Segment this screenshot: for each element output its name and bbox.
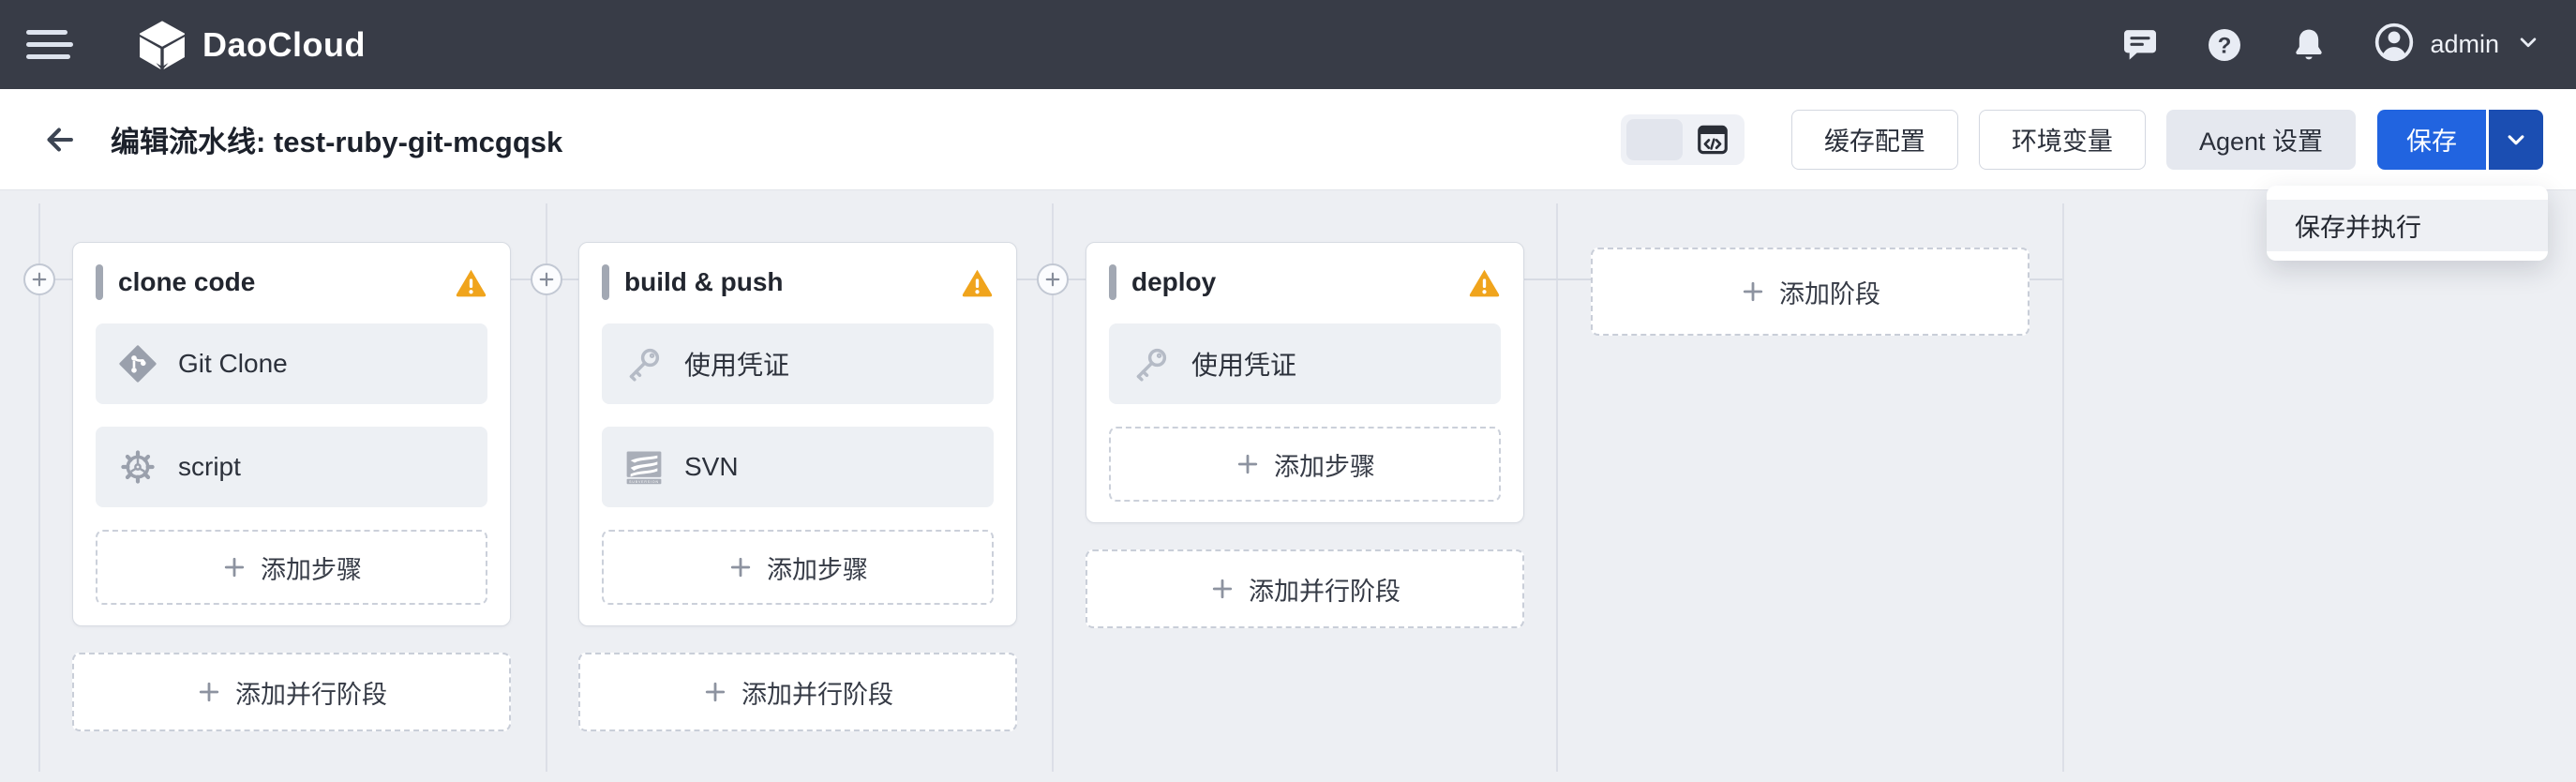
key-icon <box>1136 348 1167 382</box>
user-name: admin <box>2430 30 2499 58</box>
save-dropdown-menu: 保存并执行 <box>2267 186 2548 261</box>
stage-column: deploy 使用凭证 添加步骤 添加并行阶段 <box>1086 242 1524 628</box>
add-parallel-stage-button[interactable]: 添加并行阶段 <box>72 653 511 731</box>
step-label: 使用凭证 <box>684 351 790 380</box>
add-stage-label: 添加阶段 <box>1779 279 1880 308</box>
plus-icon <box>1237 454 1258 474</box>
column-divider <box>2062 203 2064 772</box>
warning-icon <box>455 266 487 299</box>
plus-icon <box>1212 579 1233 599</box>
stage-card-clone-code: clone code Git Clone script 添加步骤 <box>72 242 511 626</box>
user-avatar-icon <box>2374 22 2415 68</box>
add-step-label: 添加步骤 <box>1274 452 1375 481</box>
add-step-button[interactable]: 添加步骤 <box>1109 427 1501 502</box>
plus-icon <box>199 682 219 702</box>
insert-stage-between-button[interactable] <box>1037 263 1069 295</box>
pipeline-canvas: clone code Git Clone script 添加步骤 添加并行阶段 … <box>0 190 2576 782</box>
stage-name[interactable]: clone code <box>118 267 440 297</box>
warning-icon <box>1468 266 1501 299</box>
stage-column: clone code Git Clone script 添加步骤 添加并行阶段 <box>72 242 511 731</box>
add-parallel-stage-label: 添加并行阶段 <box>741 680 893 709</box>
stage-column: build & push 使用凭证 SUBVERSION SVN 添加步骤 添加… <box>578 242 1017 731</box>
drag-handle-icon[interactable] <box>96 264 103 300</box>
plus-icon <box>224 557 245 578</box>
svg-text:?: ? <box>2218 33 2232 58</box>
stage-card-build-push: build & push 使用凭证 SUBVERSION SVN 添加步骤 <box>578 242 1017 626</box>
svn-icon: SUBVERSION <box>626 451 662 485</box>
add-step-button[interactable]: 添加步骤 <box>96 530 487 605</box>
step-row[interactable]: 使用凭证 <box>602 323 994 404</box>
back-button[interactable] <box>39 119 81 160</box>
pipeline-toolbar: 编辑流水线: test-ruby-git-mcgqsk 缓存配置 环境变量 Ag… <box>0 89 2576 190</box>
add-parallel-stage-label: 添加并行阶段 <box>235 680 387 709</box>
save-button[interactable]: 保存 <box>2377 109 2486 170</box>
add-parallel-stage-button[interactable]: 添加并行阶段 <box>1086 549 1524 628</box>
add-parallel-stage-label: 添加并行阶段 <box>1249 577 1400 606</box>
form-view-segment[interactable] <box>1625 118 1683 160</box>
step-label: script <box>178 452 241 481</box>
stage-name[interactable]: deploy <box>1131 267 1453 297</box>
step-row[interactable]: Git Clone <box>96 323 487 404</box>
add-step-label: 添加步骤 <box>261 555 362 584</box>
add-step-button[interactable]: 添加步骤 <box>602 530 994 605</box>
gear-icon <box>121 450 155 484</box>
plus-icon <box>705 682 726 702</box>
key-icon <box>629 348 660 382</box>
daocloud-cube-icon <box>140 20 185 70</box>
top-app-bar: DaoCloud ? admin <box>0 0 2576 89</box>
stage-card-deploy: deploy 使用凭证 添加步骤 <box>1086 242 1524 523</box>
arrow-left-icon <box>47 127 73 152</box>
add-step-label: 添加步骤 <box>767 555 868 584</box>
stage-name[interactable]: build & push <box>624 267 946 297</box>
drag-handle-icon[interactable] <box>1109 264 1116 300</box>
svn-badge-text: SUBVERSION <box>629 480 659 484</box>
save-split-button: 保存 <box>2377 109 2543 170</box>
agent-settings-button[interactable]: Agent 设置 <box>2165 109 2356 170</box>
help-icon[interactable]: ? <box>2205 25 2244 65</box>
drag-handle-icon[interactable] <box>602 264 609 300</box>
chat-icon[interactable] <box>2120 25 2160 65</box>
step-row[interactable]: SUBVERSION SVN <box>602 427 994 507</box>
plus-icon <box>1045 272 1060 287</box>
plus-icon <box>539 272 554 287</box>
view-mode-toggle[interactable] <box>1620 113 1745 165</box>
add-stage-button[interactable]: 添加阶段 <box>1591 248 2029 336</box>
chevron-down-icon <box>2514 28 2542 61</box>
save-dropdown-toggle[interactable] <box>2489 109 2543 170</box>
brand-logo: DaoCloud <box>135 18 366 72</box>
env-vars-button[interactable]: 环境变量 <box>1978 109 2146 170</box>
menu-icon[interactable] <box>26 23 77 67</box>
add-parallel-stage-button[interactable]: 添加并行阶段 <box>578 653 1017 731</box>
plus-icon <box>32 272 47 287</box>
step-row[interactable]: 使用凭证 <box>1109 323 1501 404</box>
user-menu[interactable]: admin <box>2374 22 2542 68</box>
git-icon <box>119 345 157 383</box>
insert-stage-between-button[interactable] <box>531 263 562 295</box>
column-divider <box>1556 203 1558 772</box>
brand-name: DaoCloud <box>202 24 366 64</box>
save-and-run-menu-item[interactable]: 保存并执行 <box>2267 200 2548 251</box>
plus-icon <box>1743 281 1763 302</box>
step-label: Git Clone <box>178 349 288 378</box>
insert-stage-before-button[interactable] <box>23 263 55 295</box>
step-label: 使用凭证 <box>1191 351 1297 380</box>
step-label: SVN <box>684 452 739 481</box>
page-title: 编辑流水线: test-ruby-git-mcgqsk <box>111 126 563 158</box>
cache-config-button[interactable]: 缓存配置 <box>1790 109 1958 170</box>
step-row[interactable]: script <box>96 427 487 507</box>
warning-icon <box>961 266 994 299</box>
plus-icon <box>730 557 751 578</box>
bell-icon[interactable] <box>2289 25 2329 65</box>
code-view-icon[interactable] <box>1686 117 1739 162</box>
chevron-down-icon <box>2508 134 2524 144</box>
